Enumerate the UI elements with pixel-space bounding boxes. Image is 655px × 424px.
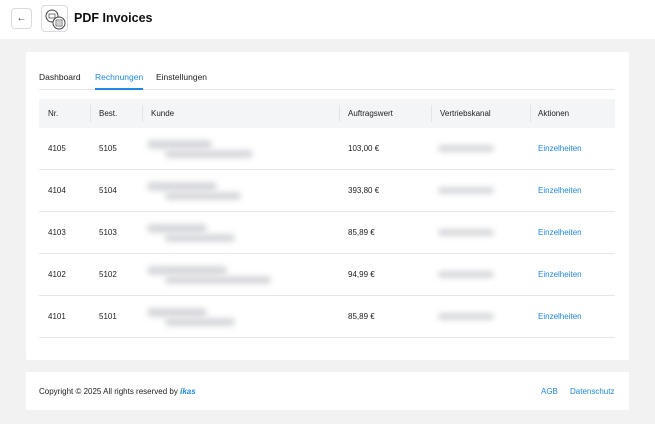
app-logo — [41, 5, 68, 32]
order-number: 5101 — [99, 312, 117, 321]
main-card: Dashboard Rechnungen Einstellungen Nr. B… — [26, 52, 629, 360]
table-row: 4104 5104 393,80 € Einzelheiten — [39, 170, 615, 212]
redacted-sales-channel — [438, 271, 494, 278]
redacted-sales-channel — [438, 313, 494, 320]
column-divider — [530, 105, 531, 122]
order-value: 103,00 € — [348, 144, 380, 153]
redacted-customer-email — [165, 192, 241, 200]
page-footer: Copyright © 2025 All rights reserved by … — [26, 372, 629, 410]
copyright-text: Copyright © 2025 All rights reserved by … — [39, 387, 196, 396]
order-number: 5105 — [99, 144, 117, 153]
tab-dashboard[interactable]: Dashboard — [39, 72, 81, 90]
order-number: 5102 — [99, 270, 117, 279]
redacted-customer-name — [147, 140, 212, 149]
tab-rechnungen[interactable]: Rechnungen — [95, 72, 144, 90]
redacted-sales-channel — [438, 145, 494, 152]
invoice-number: 4102 — [48, 270, 66, 279]
order-value: 94,99 € — [348, 270, 375, 279]
copyright-label: Copyright © 2025 All rights reserved by — [39, 387, 178, 396]
table-row: 4101 5101 85,89 € Einzelheiten — [39, 296, 615, 338]
order-value: 393,80 € — [348, 186, 380, 195]
redacted-customer-email — [165, 318, 235, 326]
details-link[interactable]: Einzelheiten — [538, 312, 582, 321]
column-divider — [90, 105, 91, 122]
table-row: 4105 5105 103,00 € Einzelheiten — [39, 128, 615, 170]
back-button[interactable]: ← — [11, 8, 32, 29]
arrow-left-icon: ← — [16, 13, 27, 24]
redacted-customer-name — [147, 266, 227, 275]
order-number: 5104 — [99, 186, 117, 195]
details-link[interactable]: Einzelheiten — [538, 186, 582, 195]
redacted-customer-name — [147, 308, 207, 317]
table-row: 4103 5103 85,89 € Einzelheiten — [39, 212, 615, 254]
tab-bar: Dashboard Rechnungen Einstellungen — [39, 72, 615, 90]
column-divider — [431, 105, 432, 122]
column-header-auftragswert: Auftragswert — [348, 109, 393, 118]
redacted-customer-name — [147, 224, 207, 233]
tab-einstellungen[interactable]: Einstellungen — [156, 72, 207, 90]
datenschutz-link[interactable]: Datenschutz — [570, 387, 614, 396]
invoice-number: 4101 — [48, 312, 66, 321]
invoice-number: 4104 — [48, 186, 66, 195]
details-link[interactable]: Einzelheiten — [538, 228, 582, 237]
order-number: 5103 — [99, 228, 117, 237]
column-header-best: Best. — [99, 109, 118, 118]
redacted-customer-email — [165, 234, 235, 242]
invoice-number: 4105 — [48, 144, 66, 153]
pdf-invoices-logo-icon — [45, 9, 66, 30]
column-header-aktionen: Aktionen — [538, 109, 570, 118]
column-header-kunde: Kunde — [151, 109, 175, 118]
page-title: PDF Invoices — [74, 11, 153, 25]
order-value: 85,89 € — [348, 228, 375, 237]
column-header-vertriebskanal: Vertriebskanal — [440, 109, 491, 118]
column-divider — [339, 105, 340, 122]
redacted-customer-email — [165, 150, 253, 158]
redacted-sales-channel — [438, 229, 494, 236]
top-bar: ← PDF Invoices — [0, 0, 655, 39]
column-header-nr: Nr. — [48, 109, 59, 118]
redacted-customer-email — [165, 276, 271, 284]
table-row: 4102 5102 94,99 € Einzelheiten — [39, 254, 615, 296]
invoice-number: 4103 — [48, 228, 66, 237]
table-header: Nr. Best. Kunde Auftragswert Vertriebska… — [39, 99, 615, 128]
details-link[interactable]: Einzelheiten — [538, 270, 582, 279]
redacted-sales-channel — [438, 187, 494, 194]
agb-link[interactable]: AGB — [541, 387, 558, 396]
order-value: 85,89 € — [348, 312, 375, 321]
column-divider — [142, 105, 143, 122]
redacted-customer-name — [147, 182, 217, 191]
details-link[interactable]: Einzelheiten — [538, 144, 582, 153]
invoices-table: Nr. Best. Kunde Auftragswert Vertriebska… — [39, 99, 615, 338]
brand-link[interactable]: ikas — [180, 387, 196, 396]
